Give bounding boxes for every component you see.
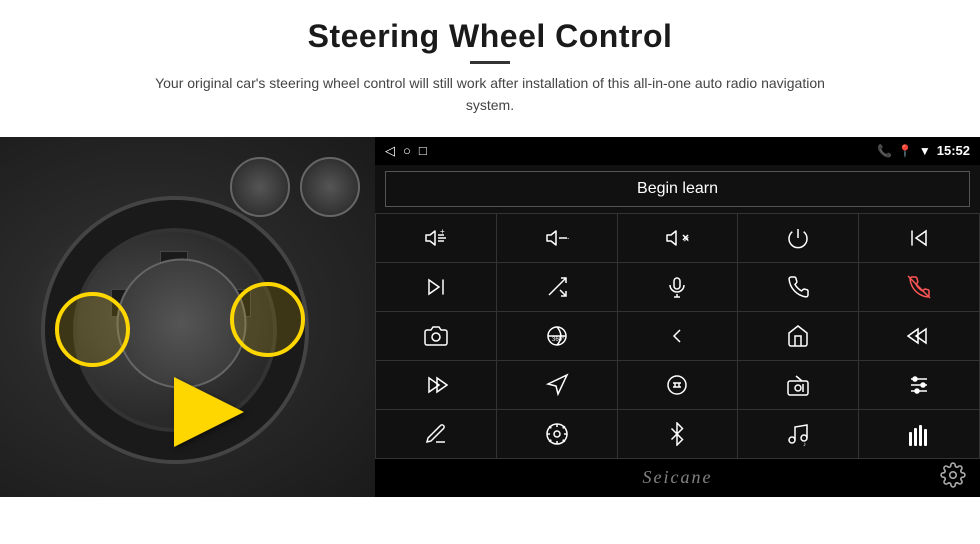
settings-circle-button[interactable] bbox=[497, 410, 617, 458]
location-icon: 📍 bbox=[898, 144, 913, 158]
mic-button[interactable] bbox=[618, 263, 738, 311]
bluetooth-button[interactable] bbox=[618, 410, 738, 458]
shuffle-button[interactable] bbox=[497, 263, 617, 311]
status-nav-icons: ◁ ○ □ bbox=[385, 143, 427, 159]
begin-learn-row: Begin learn bbox=[375, 165, 980, 213]
gauge-area bbox=[230, 152, 360, 222]
power-button[interactable] bbox=[738, 214, 858, 262]
nav-recent-icon[interactable]: □ bbox=[419, 143, 427, 158]
status-bar: ◁ ○ □ 📞 📍 ▼ 15:52 bbox=[375, 137, 980, 165]
camera-button[interactable] bbox=[376, 312, 496, 360]
highlight-right-buttons bbox=[230, 282, 305, 357]
arrow-container bbox=[174, 377, 244, 447]
controls-grid: + − ✕ bbox=[375, 213, 980, 459]
phone-button[interactable] bbox=[738, 263, 858, 311]
home-button[interactable] bbox=[738, 312, 858, 360]
status-time: 15:52 bbox=[937, 143, 970, 158]
360-button[interactable]: 360° bbox=[497, 312, 617, 360]
content-area: ◁ ○ □ 📞 📍 ▼ 15:52 Begin learn bbox=[0, 137, 980, 497]
gauge-right bbox=[300, 157, 360, 217]
sound-bars-button[interactable] bbox=[859, 410, 979, 458]
hang-up-button[interactable] bbox=[859, 263, 979, 311]
nav-back-icon[interactable]: ◁ bbox=[385, 143, 395, 159]
title-section: Steering Wheel Control Your original car… bbox=[140, 18, 840, 117]
skip-back-large-button[interactable] bbox=[859, 312, 979, 360]
eq-button[interactable] bbox=[618, 361, 738, 409]
begin-learn-button[interactable]: Begin learn bbox=[385, 171, 970, 207]
fast-forward-button[interactable] bbox=[376, 361, 496, 409]
brand-logo: Seicane bbox=[643, 467, 713, 488]
title-divider bbox=[470, 61, 510, 64]
radio-button[interactable] bbox=[738, 361, 858, 409]
vol-down-button[interactable]: − bbox=[497, 214, 617, 262]
wifi-icon: ▼ bbox=[919, 144, 931, 158]
adjust-button[interactable] bbox=[859, 361, 979, 409]
svg-text:−: − bbox=[567, 234, 569, 243]
vol-mute-button[interactable]: ✕ bbox=[618, 214, 738, 262]
back-button[interactable] bbox=[618, 312, 738, 360]
svg-text:360°: 360° bbox=[552, 337, 565, 343]
svg-text:✕: ✕ bbox=[683, 235, 689, 244]
music-button[interactable]: ♪ bbox=[738, 410, 858, 458]
subtitle: Your original car's steering wheel contr… bbox=[140, 72, 840, 117]
android-screen: ◁ ○ □ 📞 📍 ▼ 15:52 Begin learn bbox=[375, 137, 980, 497]
direction-arrow bbox=[174, 377, 244, 447]
next-track-button[interactable] bbox=[376, 263, 496, 311]
svg-text:+: + bbox=[440, 227, 445, 236]
svg-text:♪: ♪ bbox=[803, 442, 806, 446]
highlight-left-buttons bbox=[55, 292, 130, 367]
prev-track-button[interactable] bbox=[859, 214, 979, 262]
status-right-area: 📞 📍 ▼ 15:52 bbox=[877, 143, 970, 158]
steering-wheel-image bbox=[0, 137, 375, 497]
gauge-left bbox=[230, 157, 290, 217]
page-title: Steering Wheel Control bbox=[140, 18, 840, 55]
settings-gear-icon[interactable] bbox=[940, 462, 966, 493]
nav-home-icon[interactable]: ○ bbox=[403, 143, 411, 158]
bottom-bar: Seicane bbox=[375, 459, 980, 497]
phone-icon: 📞 bbox=[877, 144, 892, 158]
pen-button[interactable] bbox=[376, 410, 496, 458]
steering-wheel-center bbox=[116, 258, 246, 388]
vol-up-button[interactable]: + bbox=[376, 214, 496, 262]
navigate-button[interactable] bbox=[497, 361, 617, 409]
